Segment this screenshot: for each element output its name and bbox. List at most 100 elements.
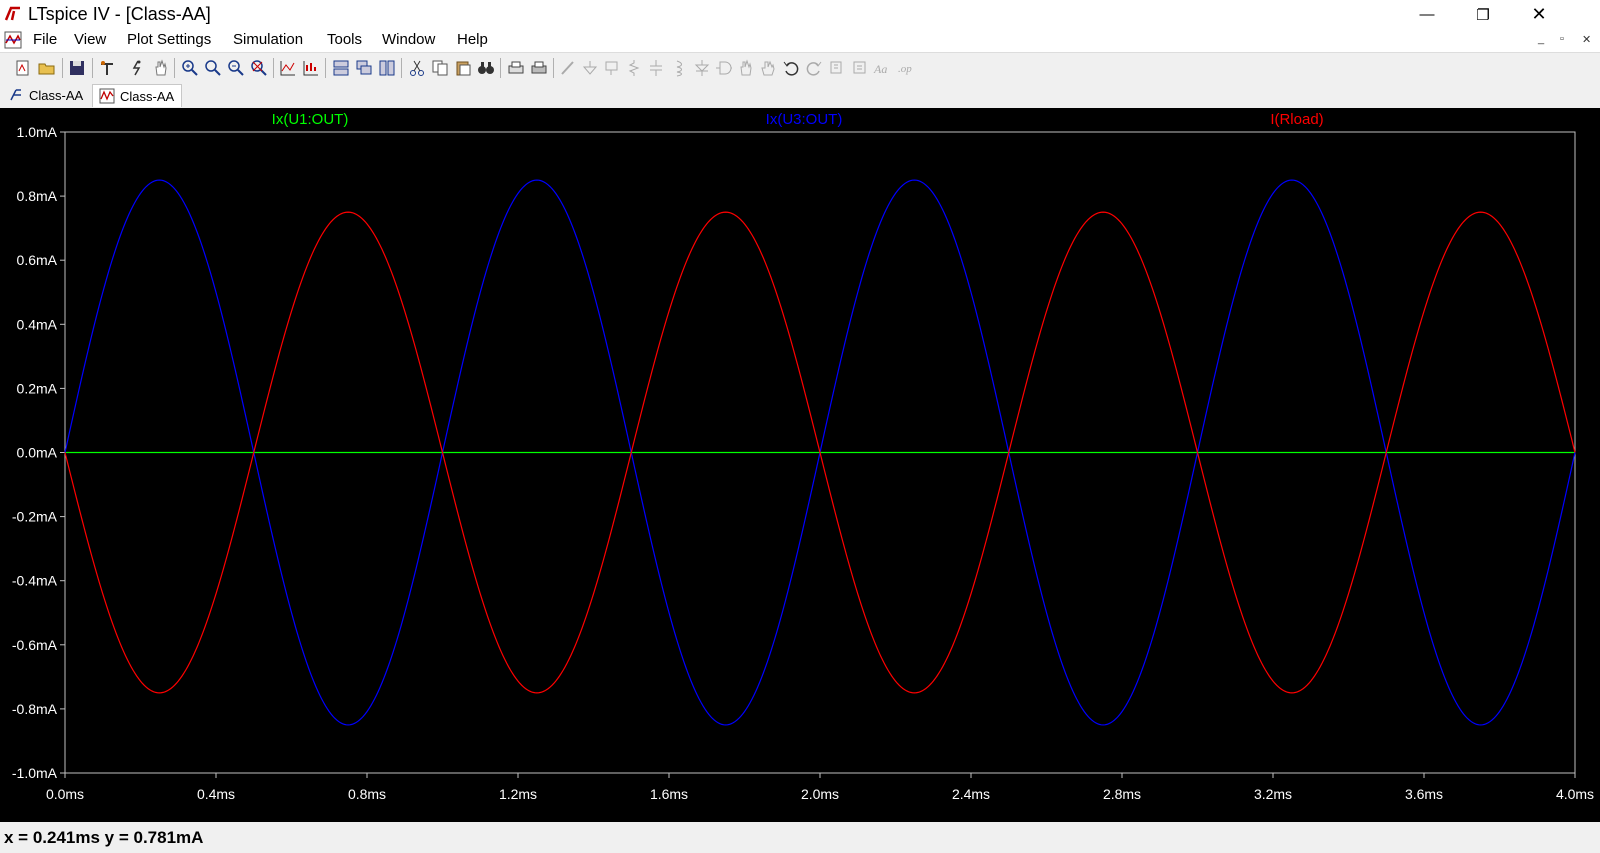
autorange-icon[interactable] [279, 59, 297, 77]
mdi-restore-button[interactable]: ▫ [1560, 33, 1564, 45]
y-tick-label: -0.2mA [12, 509, 58, 525]
mirror-icon[interactable] [851, 59, 869, 77]
label-net-icon[interactable] [603, 59, 621, 77]
close-icon: ✕ [1531, 4, 1547, 24]
menu-plot-settings[interactable]: Plot Settings [127, 31, 211, 48]
toolbar: Aa .op [0, 52, 1600, 84]
zoom-out-icon[interactable] [227, 59, 245, 77]
save-icon[interactable] [68, 59, 86, 77]
window-title: LTspice IV - [Class-AA] [28, 4, 211, 24]
inductor-icon[interactable] [669, 59, 687, 77]
new-schematic-icon[interactable] [14, 59, 32, 77]
diode-icon[interactable] [693, 59, 711, 77]
tile-vertical-icon[interactable] [378, 59, 396, 77]
find-icon[interactable] [477, 59, 495, 77]
y-tick-label: 0.6mA [17, 252, 58, 268]
x-tick-label: 0.8ms [348, 786, 386, 802]
zoom-fit-icon[interactable] [250, 59, 268, 77]
tile-horizontal-icon[interactable] [332, 59, 350, 77]
undo-icon[interactable] [782, 59, 800, 77]
spice-directive-icon[interactable]: .op [897, 59, 915, 77]
waveform-window-icon[interactable] [4, 31, 22, 49]
print-setup-icon[interactable] [507, 59, 525, 77]
y-tick-label: 0.8mA [17, 188, 58, 204]
ltspice-logo-icon [4, 6, 20, 21]
toolbar-separator [92, 58, 93, 78]
ground-icon[interactable] [581, 59, 599, 77]
window-minimize-button[interactable]: — [1399, 0, 1455, 29]
plot-background [0, 108, 1600, 822]
tab-label: Class-AA [120, 88, 175, 104]
copy-icon[interactable] [431, 59, 449, 77]
window-close-button[interactable]: ✕ [1511, 0, 1567, 29]
status-bar: x = 0.241ms y = 0.781mA [0, 822, 1600, 853]
zoom-in-icon[interactable] [181, 59, 199, 77]
toolbar-separator [401, 58, 402, 78]
cut-icon[interactable] [408, 59, 426, 77]
trace-legend-label[interactable]: Ix(U1:OUT) [272, 111, 349, 128]
maximize-icon: ❐ [1476, 6, 1490, 24]
toolbar-separator [500, 58, 501, 78]
y-tick-label: -0.4mA [12, 573, 58, 589]
tab-label: Class-AA [29, 87, 84, 103]
schematic-icon [10, 89, 21, 101]
paste-icon[interactable] [454, 59, 472, 77]
trace-legend-label[interactable]: Ix(U3:OUT) [766, 111, 843, 128]
toolbar-separator [174, 58, 175, 78]
menu-help[interactable]: Help [457, 31, 488, 48]
menu-tools[interactable]: Tools [327, 31, 362, 48]
move-icon[interactable] [737, 59, 755, 77]
y-tick-label: 1.0mA [17, 124, 58, 140]
x-tick-label: 0.4ms [197, 786, 235, 802]
tab-waveform[interactable]: Class-AA [92, 84, 182, 107]
trace-legend-label[interactable]: I(Rload) [1270, 111, 1323, 128]
toolbar-separator [62, 58, 63, 78]
text-icon[interactable]: Aa [873, 59, 891, 77]
waveform-viewer[interactable]: 1.0mA 0.8mA 0.6mA 0.4mA 0.2mA 0.0mA -0.2mA -0.4… [0, 108, 1600, 822]
y-tick-label: 0.2mA [17, 380, 58, 396]
rotate-icon[interactable] [828, 59, 846, 77]
print-icon[interactable] [530, 59, 548, 77]
x-tick-label: 2.4ms [952, 786, 990, 802]
x-tick-label: 2.8ms [1103, 786, 1141, 802]
cursor-readout: x = 0.241ms y = 0.781mA [4, 828, 204, 847]
window-maximize-button[interactable]: ❐ [1455, 0, 1511, 29]
menu-bar: File View Plot Settings Simulation Tools… [0, 29, 1600, 52]
waveform-plot[interactable]: 1.0mA 0.8mA 0.6mA 0.4mA 0.2mA 0.0mA -0.2mA -0.4… [0, 108, 1600, 822]
x-tick-label: 1.2ms [499, 786, 537, 802]
draw-wire-icon[interactable] [559, 59, 577, 77]
mdi-close-button[interactable]: ✕ [1582, 33, 1591, 46]
x-tick-label: 0.0ms [46, 786, 84, 802]
plot-settings-icon[interactable] [302, 59, 320, 77]
y-tick-label: -1.0mA [12, 765, 58, 781]
tab-schematic[interactable]: Class-AA [2, 84, 90, 106]
capacitor-icon[interactable] [647, 59, 665, 77]
menu-window[interactable]: Window [382, 31, 435, 48]
mdi-minimize-button[interactable]: _ [1538, 33, 1544, 45]
document-tabs: Class-AA Class-AA [0, 83, 1600, 107]
component-icon[interactable] [715, 59, 733, 77]
open-icon[interactable] [38, 59, 56, 77]
waveform-icon [99, 88, 115, 104]
x-tick-label: 3.6ms [1405, 786, 1443, 802]
toolbar-separator [553, 58, 554, 78]
run-icon[interactable] [128, 59, 146, 77]
x-tick-label: 4.0ms [1556, 786, 1594, 802]
pan-icon[interactable] [152, 59, 170, 77]
title-bar: LTspice IV - [Class-AA] — ❐ ✕ [0, 0, 1600, 29]
control-panel-icon[interactable] [98, 59, 116, 77]
menu-file[interactable]: File [33, 31, 57, 48]
svg-text:Aa: Aa [873, 62, 887, 76]
cascade-icon[interactable] [355, 59, 373, 77]
redo-icon[interactable] [805, 59, 823, 77]
menu-view[interactable]: View [74, 31, 106, 48]
zoom-area-icon[interactable] [204, 59, 222, 77]
menu-simulation[interactable]: Simulation [233, 31, 303, 48]
y-tick-label: -0.6mA [12, 637, 58, 653]
y-tick-label: 0.0mA [17, 445, 58, 461]
resistor-icon[interactable] [625, 59, 643, 77]
toolbar-separator [325, 58, 326, 78]
minimize-icon: — [1419, 6, 1435, 23]
drag-icon[interactable] [759, 59, 777, 77]
y-tick-label: 0.4mA [17, 316, 58, 332]
